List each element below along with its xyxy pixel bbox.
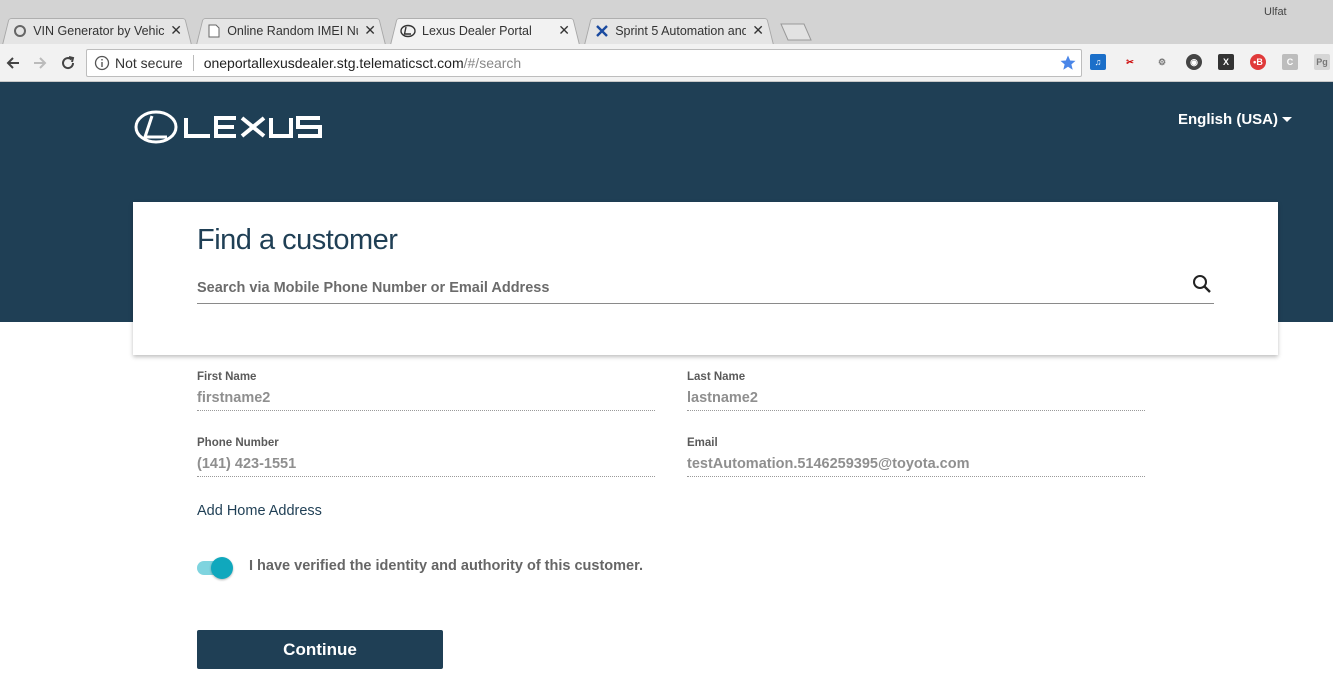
last-name-field: Last Name lastname2 bbox=[687, 371, 1145, 411]
url-host: oneportallexusdealer.stg.telematicsct.co… bbox=[203, 55, 464, 71]
language-label: English (USA) bbox=[1178, 111, 1278, 128]
tab-title: VIN Generator by Vehicle bbox=[33, 23, 165, 38]
divider bbox=[192, 55, 194, 71]
bookmark-star-icon[interactable] bbox=[1059, 54, 1077, 72]
first-name-label: First Name bbox=[197, 371, 257, 383]
phone-field: Phone Number (141) 423-1551 bbox=[197, 437, 655, 477]
browser-toolbar: Not secure oneportallexusdealer.stg.tele… bbox=[0, 44, 1333, 82]
security-label: Not secure bbox=[115, 55, 183, 71]
extension-icon[interactable]: Pg bbox=[1314, 54, 1330, 70]
back-button[interactable] bbox=[3, 53, 23, 73]
tab-strip: VIN Generator by Vehicle ✕ Online Random… bbox=[0, 0, 1333, 45]
tab-lexus-dealer-portal[interactable]: Lexus Dealer Portal ✕ bbox=[390, 16, 580, 45]
extension-icon[interactable]: •B bbox=[1250, 54, 1266, 70]
first-name-field: First Name firstname2 bbox=[197, 371, 655, 411]
chevron-down-icon bbox=[1282, 117, 1292, 122]
search-field bbox=[197, 275, 1214, 304]
close-icon[interactable]: ✕ bbox=[170, 23, 182, 39]
email-field: Email testAutomation.5146259395@toyota.c… bbox=[687, 437, 1145, 477]
extension-icon[interactable]: ⚙ bbox=[1154, 54, 1170, 70]
arrow-right-icon bbox=[34, 57, 47, 69]
arrow-left-icon bbox=[6, 57, 19, 69]
phone-value: (141) 423-1551 bbox=[197, 456, 655, 477]
document-icon bbox=[206, 23, 221, 39]
toggle-knob bbox=[211, 557, 233, 579]
reload-icon bbox=[62, 56, 75, 70]
phone-label: Phone Number bbox=[197, 437, 279, 449]
email-value: testAutomation.5146259395@toyota.com bbox=[687, 456, 1145, 477]
last-name-value: lastname2 bbox=[687, 390, 1145, 411]
tab-title: Sprint 5 Automation and bbox=[615, 23, 747, 38]
tools-icon bbox=[594, 23, 609, 39]
tab-imei[interactable]: Online Random IMEI Num ✕ bbox=[196, 16, 386, 45]
new-tab-button[interactable] bbox=[780, 23, 812, 41]
extension-icon[interactable]: X bbox=[1218, 54, 1234, 70]
extension-icon[interactable]: ◉ bbox=[1186, 54, 1202, 70]
search-input[interactable] bbox=[197, 276, 1177, 300]
profile-name[interactable]: Ulfat bbox=[1264, 6, 1287, 18]
language-selector[interactable]: English (USA) bbox=[1178, 111, 1292, 128]
tab-title: Online Random IMEI Num bbox=[227, 23, 358, 38]
add-home-address-link[interactable]: Add Home Address bbox=[197, 503, 322, 519]
last-name-label: Last Name bbox=[687, 371, 746, 383]
search-card: Find a customer bbox=[133, 202, 1278, 355]
verify-identity-toggle[interactable] bbox=[197, 557, 235, 579]
continue-button[interactable]: Continue bbox=[197, 630, 443, 669]
url-path: /#/search bbox=[463, 55, 522, 71]
page-title: Find a customer bbox=[197, 224, 398, 256]
extension-icon[interactable]: ♫ bbox=[1090, 54, 1106, 70]
tab-title: Lexus Dealer Portal bbox=[422, 23, 532, 38]
tab-sprint-automation[interactable]: Sprint 5 Automation and ✕ bbox=[584, 16, 774, 45]
gear-icon bbox=[12, 23, 27, 39]
reload-button[interactable] bbox=[58, 53, 78, 73]
search-icon[interactable] bbox=[1190, 272, 1214, 296]
lexus-logo bbox=[134, 110, 322, 144]
verify-identity-label: I have verified the identity and authori… bbox=[249, 558, 643, 574]
forward-button[interactable] bbox=[30, 53, 50, 73]
close-icon[interactable]: ✕ bbox=[752, 23, 764, 39]
address-bar[interactable]: Not secure oneportallexusdealer.stg.tele… bbox=[86, 49, 1082, 77]
email-label: Email bbox=[687, 437, 718, 449]
first-name-value: firstname2 bbox=[197, 390, 655, 411]
extension-icon[interactable]: C bbox=[1282, 54, 1298, 70]
info-icon[interactable] bbox=[94, 55, 110, 71]
extension-icon[interactable]: ✂ bbox=[1122, 54, 1138, 70]
close-icon[interactable]: ✕ bbox=[364, 23, 376, 39]
close-icon[interactable]: ✕ bbox=[558, 23, 570, 39]
lexus-icon bbox=[400, 23, 416, 39]
tab-vin-generator[interactable]: VIN Generator by Vehicle ✕ bbox=[2, 16, 192, 45]
